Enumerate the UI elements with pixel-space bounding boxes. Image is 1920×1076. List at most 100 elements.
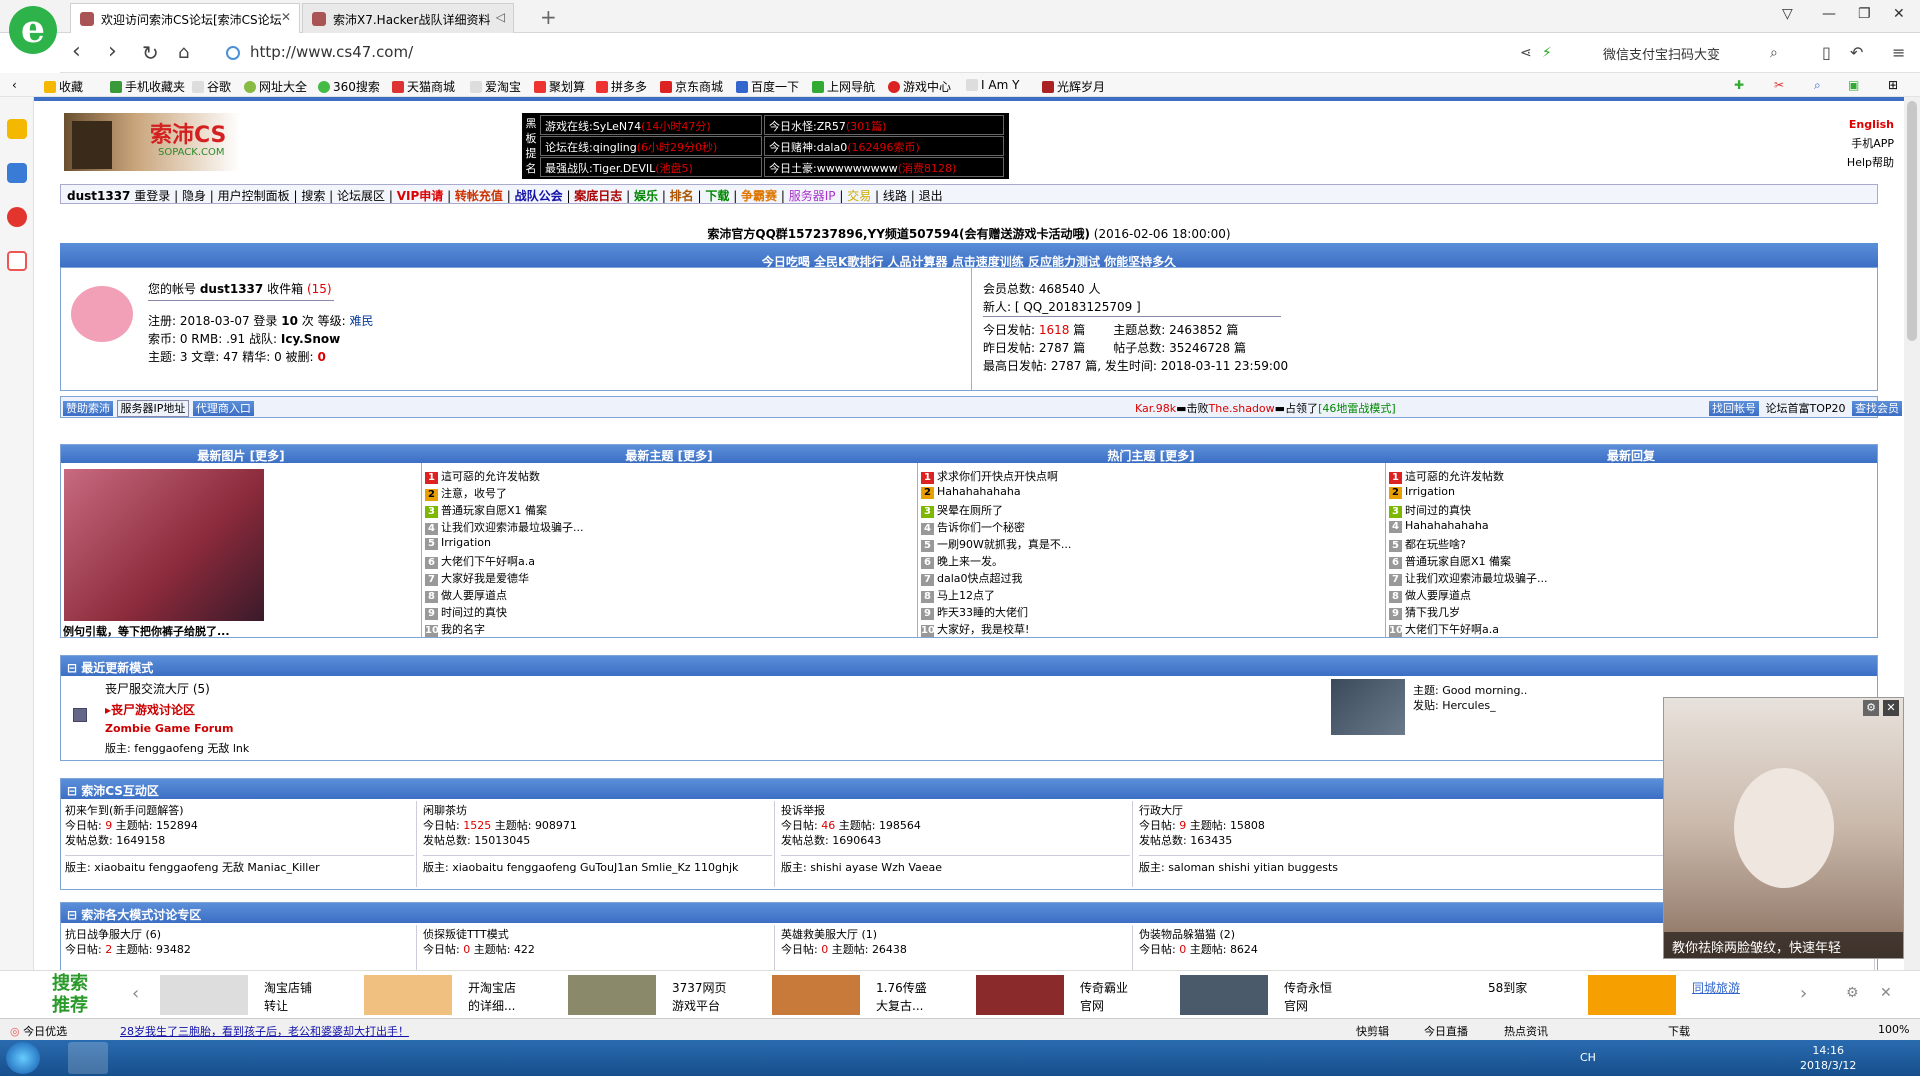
shirt-icon[interactable]: ▽ (1782, 6, 1793, 22)
topic-row[interactable]: 2 Irrigation (1389, 485, 1873, 502)
topic-row[interactable]: 10 大家好，我是校草! (921, 621, 1381, 638)
topic-title[interactable]: 马上12点了 (937, 589, 995, 602)
topic-title[interactable]: 哭晕在厕所了 (937, 504, 1003, 517)
latest-images-title[interactable]: 最新图片 [更多] (61, 447, 421, 464)
menu-logout[interactable]: 退出 (919, 189, 943, 203)
board-strongest-team[interactable]: 最强战队:Tiger.DEVIL(池盘5) (540, 157, 762, 177)
topic-row[interactable]: 4 让我们欢迎索沛最垃圾骗子... (425, 519, 913, 536)
topic-title[interactable]: 大家好我是爱德华 (441, 572, 529, 585)
hot-topics-title[interactable]: 热门主题 [更多] (917, 447, 1385, 464)
topic-row[interactable]: 8 做人要厚道点 (425, 587, 913, 604)
topic-row[interactable]: 3 普通玩家自愿X1 備案 (425, 502, 913, 519)
close-window-icon[interactable]: ✕ (1893, 6, 1905, 22)
star-icon[interactable] (7, 119, 27, 139)
recommend-item[interactable]: 58到家 (1384, 975, 1584, 1015)
recommend-item[interactable]: 淘宝店铺 转让 (160, 975, 360, 1015)
recommend-item[interactable]: 同城旅游 (1588, 975, 1788, 1015)
clock[interactable]: 14:16 2018/3/12 (1800, 1043, 1856, 1073)
settings-icon[interactable]: ⚙ (1846, 985, 1859, 1001)
topic-title[interactable]: 时间过的真快 (1405, 504, 1471, 517)
topic-row[interactable]: 2 注意，收号了 (425, 485, 913, 502)
latest-topics-title[interactable]: 最新主题 [更多] (421, 447, 917, 464)
close-icon[interactable]: ✕ (1880, 985, 1892, 1001)
sponsor-button[interactable]: 赞助索沛 (63, 401, 113, 416)
bookmark-item[interactable]: 爱淘宝 (470, 78, 521, 95)
topic-row[interactable]: 9 昨天33睡的大佬们 (921, 604, 1381, 621)
bookmark-item[interactable]: I Am Y (966, 78, 1019, 92)
news-link[interactable]: 28岁我生了三胞胎，看到孩子后，老公和婆婆却大打出手！ (120, 1023, 409, 1039)
topic-row[interactable]: 5 一刷90W就抓我，真是不... (921, 536, 1381, 553)
apps-icon[interactable]: ⊞ (1888, 78, 1898, 92)
download-link[interactable]: 下载 (1668, 1023, 1690, 1039)
topic-title[interactable]: 大佬们下午好啊a.a (441, 555, 535, 568)
bookmark-item[interactable]: 上网导航 (812, 78, 875, 95)
topic-title[interactable]: 大佬们下午好啊a.a (1405, 623, 1499, 636)
topic-title[interactable]: dala0快点超过我 (937, 572, 1023, 585)
english-link[interactable]: English (1847, 115, 1894, 134)
latest-replies-title[interactable]: 最新回复 (1385, 447, 1877, 464)
topic-row[interactable]: 8 马上12点了 (921, 587, 1381, 604)
board-name[interactable]: 抗日战争服大厅 (6) (65, 927, 414, 942)
latest-image[interactable] (64, 469, 264, 621)
menu-showcase[interactable]: 论坛展区 (337, 189, 385, 203)
menu-server-ip[interactable]: 服务器IP (789, 189, 836, 203)
topic-row[interactable]: 9 时间过的真快 (425, 604, 913, 621)
topic-title[interactable]: 普通玩家自愿X1 備案 (441, 504, 547, 517)
refresh-icon[interactable]: ↻ (142, 41, 159, 65)
server-ip-button[interactable]: 服务器IP地址 (116, 400, 190, 417)
topic-title[interactable]: 时间过的真快 (441, 606, 507, 619)
topic-row[interactable]: 8 做人要厚道点 (1389, 587, 1873, 604)
scissors-icon[interactable]: ✂ (1774, 78, 1784, 92)
bookmark-item[interactable]: 360搜索 (318, 78, 380, 95)
topic-row[interactable]: 1 這可惡的允许发帖数 (1389, 468, 1873, 485)
menu-icon[interactable]: ≡ (1892, 43, 1905, 62)
help-link[interactable]: Help帮助 (1847, 153, 1894, 172)
menu-vip[interactable]: VIP申请 (397, 189, 444, 203)
topic-row[interactable]: 5 都在玩些啥? (1389, 536, 1873, 553)
topic-row[interactable]: 4 告诉你们一个秘密 (921, 519, 1381, 536)
forward-icon[interactable]: › (108, 39, 117, 64)
board-name[interactable]: 侦探叛徒TTT模式 (423, 927, 772, 942)
topic-row[interactable]: 1 求求你们开快点开快点啊 (921, 468, 1381, 485)
recommend-item[interactable]: 1.76传盛 大复古... (772, 975, 972, 1015)
topic-row[interactable]: 7 大家好我是爱德华 (425, 570, 913, 587)
interaction-header[interactable]: ⊟ 索沛CS互动区 (61, 779, 1877, 799)
tab-team-info[interactable]: 索沛X7.Hacker战队详细资料 ◁ (302, 3, 514, 33)
menu-hide[interactable]: 隐身 (182, 189, 206, 203)
topic-row[interactable]: 4 Hahahahahaha (1389, 519, 1873, 536)
recommend-item[interactable]: 3737网页 游戏平台 (568, 975, 768, 1015)
live-link[interactable]: 今日直播 (1424, 1023, 1468, 1039)
next-icon[interactable]: › (1800, 983, 1807, 1004)
board-name[interactable]: 投诉举报 (781, 803, 1130, 818)
quick-edit-link[interactable]: 快剪辑 (1356, 1023, 1389, 1039)
rich-top-button[interactable]: 论坛首富TOP20 (1763, 401, 1849, 416)
bookmark-item[interactable]: 收藏 (44, 78, 83, 95)
board-name[interactable]: 闲聊茶坊 (423, 803, 772, 818)
menu-relogin[interactable]: 重登录 (134, 189, 170, 203)
topic-title[interactable]: 做人要厚道点 (441, 589, 507, 602)
start-button[interactable] (6, 1042, 40, 1074)
mail-icon[interactable] (7, 251, 27, 271)
browser-taskbar-icon[interactable] (68, 1042, 108, 1074)
board-today-rich[interactable]: 今日土豪:wwwwwwwww(消费8128) (764, 157, 1004, 177)
address-bar[interactable]: http://www.cs47.com/ (220, 40, 1560, 66)
topic-row[interactable]: 5 Irrigation (425, 536, 913, 553)
bookmark-item[interactable]: 天猫商城 (392, 78, 455, 95)
topic-row[interactable]: 7 让我们欢迎索沛最垃圾骗子... (1389, 570, 1873, 587)
agent-button[interactable]: 代理商入口 (192, 401, 254, 416)
topic-title[interactable]: 昨天33睡的大佬们 (937, 606, 1028, 619)
topic-title[interactable]: Irrigation (441, 536, 491, 549)
topic-title[interactable]: 告诉你们一个秘密 (937, 521, 1025, 534)
topic-title[interactable]: 一刷90W就抓我，真是不... (937, 538, 1071, 551)
language-indicator[interactable]: CH (1580, 1051, 1596, 1064)
topic-title[interactable]: 晚上来一发。 (937, 555, 1003, 568)
topic-title[interactable]: 這可惡的允许发帖数 (441, 470, 540, 483)
topic-title[interactable]: 我的名字 (441, 623, 485, 636)
topic-title[interactable]: 注意，收号了 (441, 487, 507, 500)
inbox-link[interactable]: 收件箱 (267, 282, 303, 296)
game-icon[interactable]: ▣ (1848, 78, 1859, 92)
hot-news-link[interactable]: 热点资讯 (1504, 1023, 1548, 1039)
close-icon[interactable]: ✕ (281, 10, 291, 24)
bookmark-item[interactable]: 拼多多 (596, 78, 647, 95)
topic-title[interactable]: 求求你们开快点开快点啊 (937, 470, 1058, 483)
